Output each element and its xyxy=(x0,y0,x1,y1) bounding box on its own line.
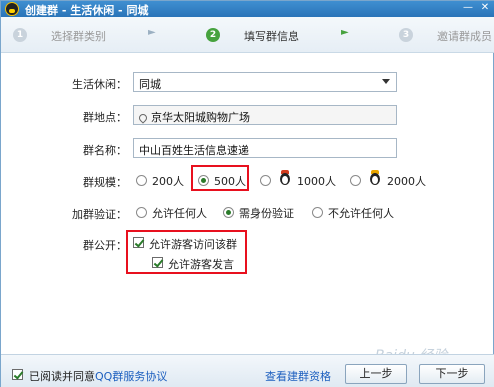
group-size-label: 群规模： xyxy=(83,176,127,189)
bottom-bar: 已阅读并同意QQ群服务协议 查看建群资格 上一步 下一步 xyxy=(1,354,494,387)
size-1000-radio[interactable] xyxy=(260,175,271,186)
minimize-button[interactable]: — xyxy=(461,1,475,15)
svip-penguin-icon xyxy=(368,170,382,186)
verify-nobody-radio[interactable] xyxy=(312,207,323,218)
agree-text: 已阅读并同意QQ群服务协议 xyxy=(29,368,167,384)
wizard-steps: 1 选择群类别 ► 2 填写群信息 ► 3 邀请群成员 xyxy=(1,17,494,53)
title-bar: 创建群 - 生活休闲 - 同城 — ✕ xyxy=(1,1,494,17)
service-agreement-link[interactable]: QQ群服务协议 xyxy=(95,370,167,383)
step-2-number: 2 xyxy=(206,28,220,42)
location-pin-icon xyxy=(137,112,149,124)
step-arrow-icon: ► xyxy=(341,27,349,38)
group-public-label: 群公开： xyxy=(83,239,127,252)
chevron-down-icon xyxy=(382,79,390,84)
step-arrow-icon: ► xyxy=(148,27,156,38)
category-dropdown[interactable]: 同城 xyxy=(133,72,397,92)
qq-penguin-icon xyxy=(5,2,19,16)
step-1-label: 选择群类别 xyxy=(51,30,106,43)
size-2000-text: 2000人 xyxy=(387,175,426,188)
step-2-label: 填写群信息 xyxy=(244,30,299,43)
check-qualification-link[interactable]: 查看建群资格 xyxy=(265,368,331,384)
location-value: 京华太阳城购物广场 xyxy=(151,111,250,124)
location-field[interactable]: 京华太阳城购物广场 xyxy=(133,105,397,125)
allow-visit-checkbox[interactable] xyxy=(133,237,144,248)
allow-post-checkbox[interactable] xyxy=(152,257,163,268)
verify-nobody-text: 不允许任何人 xyxy=(328,207,394,220)
step-3-label: 邀请群成员 xyxy=(437,30,492,43)
group-name-label: 群名称： xyxy=(83,144,127,157)
size-2000-radio[interactable] xyxy=(350,175,361,186)
step-1-number: 1 xyxy=(13,28,27,42)
next-button[interactable]: 下一步 xyxy=(419,364,485,384)
agree-prefix: 已阅读并同意 xyxy=(29,370,95,383)
category-label: 生活休闲： xyxy=(72,78,127,91)
verify-anyone-radio[interactable] xyxy=(136,207,147,218)
size-200-text: 200人 xyxy=(152,175,184,188)
size-500-radio[interactable] xyxy=(198,175,209,186)
group-name-input[interactable]: 中山百姓生活信息速递 xyxy=(133,138,397,158)
allow-post-text: 允许游客发言 xyxy=(168,258,234,271)
prev-button[interactable]: 上一步 xyxy=(345,364,407,384)
verify-anyone-text: 允许任何人 xyxy=(152,207,207,220)
size-500-text: 500人 xyxy=(214,175,246,188)
size-200-radio[interactable] xyxy=(136,175,147,186)
location-label: 群地点： xyxy=(83,111,127,124)
create-group-window: 创建群 - 生活休闲 - 同城 — ✕ 1 选择群类别 ► 2 填写群信息 ► … xyxy=(0,0,494,387)
verify-identity-radio[interactable] xyxy=(223,207,234,218)
agree-checkbox[interactable] xyxy=(12,369,23,380)
step-3-number: 3 xyxy=(399,28,413,42)
verify-identity-text: 需身份验证 xyxy=(239,207,294,220)
vip-penguin-icon xyxy=(278,170,292,186)
window-title: 创建群 - 生活休闲 - 同城 xyxy=(25,4,149,17)
close-button[interactable]: ✕ xyxy=(478,1,492,15)
size-1000-text: 1000人 xyxy=(297,175,336,188)
category-value: 同城 xyxy=(139,78,161,91)
allow-visit-text: 允许游客访问该群 xyxy=(149,238,237,251)
join-verify-label: 加群验证： xyxy=(72,208,127,221)
